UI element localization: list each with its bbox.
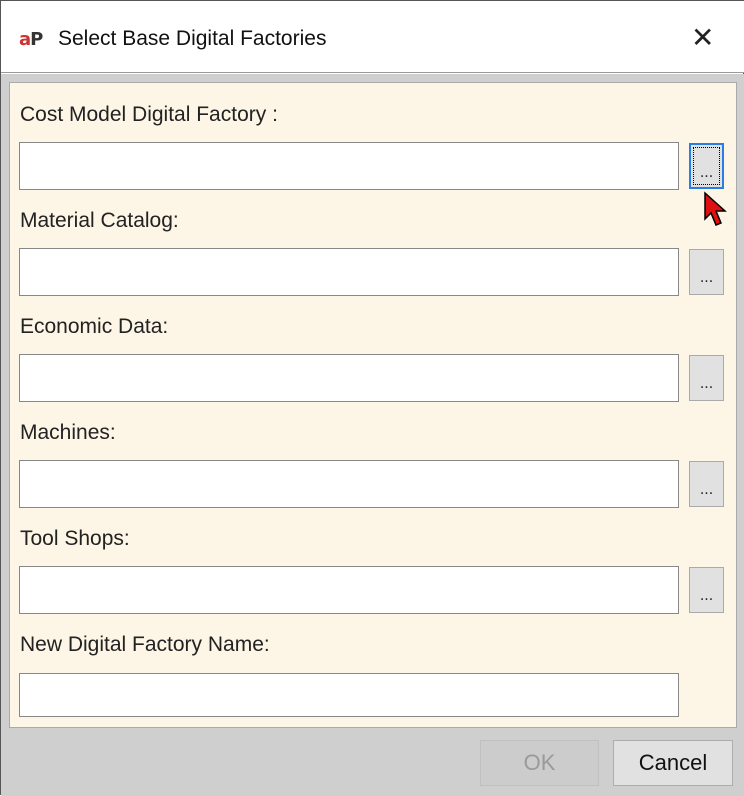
cost-model-label: Cost Model Digital Factory : xyxy=(20,103,278,127)
close-icon[interactable]: ✕ xyxy=(691,21,714,54)
form-panel: Cost Model Digital Factory : ... Materia… xyxy=(9,82,737,728)
window-title: Select Base Digital Factories xyxy=(58,27,326,51)
economic-data-browse-button[interactable]: ... xyxy=(689,355,724,401)
material-catalog-browse-button[interactable]: ... xyxy=(689,249,724,295)
mouse-cursor-icon xyxy=(701,191,729,231)
tool-shops-input[interactable] xyxy=(19,566,679,614)
material-catalog-input[interactable] xyxy=(19,248,679,296)
new-name-input[interactable] xyxy=(19,673,679,717)
machines-input[interactable] xyxy=(19,460,679,508)
new-name-label: New Digital Factory Name: xyxy=(20,633,270,657)
app-logo: aP xyxy=(19,29,42,50)
title-bar: aP Select Base Digital Factories ✕ xyxy=(1,1,744,73)
economic-data-label: Economic Data: xyxy=(20,315,168,339)
cancel-button[interactable]: Cancel xyxy=(613,740,733,786)
machines-browse-button[interactable]: ... xyxy=(689,461,724,507)
cost-model-input[interactable] xyxy=(19,142,679,190)
machines-label: Machines: xyxy=(20,421,116,445)
tool-shops-label: Tool Shops: xyxy=(20,527,130,551)
material-catalog-label: Material Catalog: xyxy=(20,209,179,233)
economic-data-input[interactable] xyxy=(19,354,679,402)
cost-model-browse-button[interactable]: ... xyxy=(689,143,724,189)
ok-button[interactable]: OK xyxy=(480,740,599,786)
tool-shops-browse-button[interactable]: ... xyxy=(689,567,724,613)
dialog-body: Cost Model Digital Factory : ... Materia… xyxy=(1,74,744,796)
